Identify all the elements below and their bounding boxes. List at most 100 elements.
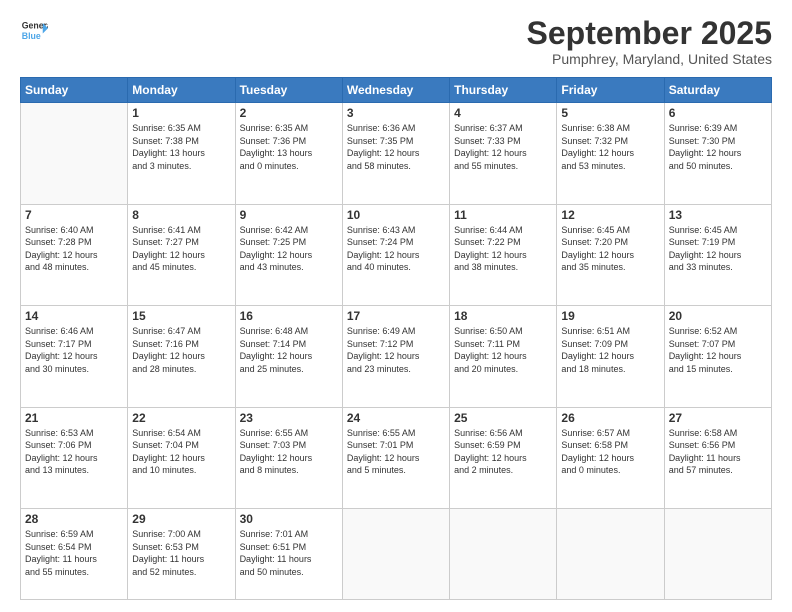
calendar-cell: 24Sunrise: 6:55 AMSunset: 7:01 PMDayligh…	[342, 407, 449, 508]
cell-daylight-info: Sunrise: 6:49 AMSunset: 7:12 PMDaylight:…	[347, 325, 445, 375]
calendar-cell: 10Sunrise: 6:43 AMSunset: 7:24 PMDayligh…	[342, 204, 449, 305]
day-number: 30	[240, 512, 338, 526]
calendar-cell: 6Sunrise: 6:39 AMSunset: 7:30 PMDaylight…	[664, 103, 771, 204]
weekday-header-cell: Wednesday	[342, 78, 449, 103]
day-number: 28	[25, 512, 123, 526]
calendar-cell: 19Sunrise: 6:51 AMSunset: 7:09 PMDayligh…	[557, 306, 664, 407]
cell-daylight-info: Sunrise: 6:45 AMSunset: 7:20 PMDaylight:…	[561, 224, 659, 274]
day-number: 20	[669, 309, 767, 323]
calendar-cell: 3Sunrise: 6:36 AMSunset: 7:35 PMDaylight…	[342, 103, 449, 204]
calendar-cell: 27 Sunrise: 6:58 AMSunset: 6:56 PMDayligh…	[664, 407, 771, 508]
cell-daylight-info: Sunrise: 6:56 AMSunset: 6:59 PMDaylight:…	[454, 427, 552, 477]
calendar-cell: 16Sunrise: 6:48 AMSunset: 7:14 PMDayligh…	[235, 306, 342, 407]
weekday-header-cell: Thursday	[450, 78, 557, 103]
cell-daylight-info: Sunrise: 6:35 AMSunset: 7:36 PMDaylight:…	[240, 122, 338, 172]
calendar-cell: 1 Sunrise: 6:35 AMSunset: 7:38 PMDaylight…	[128, 103, 235, 204]
calendar-cell: 18 Sunrise: 6:50 AMSunset: 7:11 PMDayligh…	[450, 306, 557, 407]
weekday-header-cell: Sunday	[21, 78, 128, 103]
calendar-cell: 22 Sunrise: 6:54 AMSunset: 7:04 PMDayligh…	[128, 407, 235, 508]
calendar-cell	[557, 509, 664, 600]
cell-daylight-info: Sunrise: 6:41 AMSunset: 7:27 PMDaylight:…	[132, 224, 230, 274]
calendar-cell: 17 Sunrise: 6:49 AMSunset: 7:12 PMDayligh…	[342, 306, 449, 407]
day-number: 18	[454, 309, 552, 323]
page: General Blue September 2025 Pumphrey, Ma…	[0, 0, 792, 612]
calendar-cell: 13 Sunrise: 6:45 AMSunset: 7:19 PMDayligh…	[664, 204, 771, 305]
calendar-cell: 23 Sunrise: 6:55 AMSunset: 7:03 PMDayligh…	[235, 407, 342, 508]
cell-daylight-info: Sunrise: 6:40 AMSunset: 7:28 PMDaylight:…	[25, 224, 123, 274]
day-number: 3	[347, 106, 445, 120]
cell-daylight-info: Sunrise: 6:59 AMSunset: 6:54 PMDaylight:…	[25, 528, 123, 578]
calendar-cell: 8Sunrise: 6:41 AMSunset: 7:27 PMDaylight…	[128, 204, 235, 305]
calendar-cell: 12 Sunrise: 6:45 AMSunset: 7:20 PMDayligh…	[557, 204, 664, 305]
calendar-cell: 14 Sunrise: 6:46 AMSunset: 7:17 PMDayligh…	[21, 306, 128, 407]
calendar-week-row: 21 Sunrise: 6:53 AMSunset: 7:06 PMDayligh…	[21, 407, 772, 508]
day-number: 26	[561, 411, 659, 425]
calendar-cell	[342, 509, 449, 600]
cell-daylight-info: Sunrise: 6:54 AMSunset: 7:04 PMDaylight:…	[132, 427, 230, 477]
calendar-cell: 7 Sunrise: 6:40 AMSunset: 7:28 PMDaylight…	[21, 204, 128, 305]
calendar-week-row: 1 Sunrise: 6:35 AMSunset: 7:38 PMDaylight…	[21, 103, 772, 204]
calendar-cell: 20 Sunrise: 6:52 AMSunset: 7:07 PMDayligh…	[664, 306, 771, 407]
day-number: 25	[454, 411, 552, 425]
weekday-header-cell: Friday	[557, 78, 664, 103]
day-number: 21	[25, 411, 123, 425]
title-block: September 2025 Pumphrey, Maryland, Unite…	[527, 16, 772, 67]
day-number: 14	[25, 309, 123, 323]
cell-daylight-info: Sunrise: 6:42 AMSunset: 7:25 PMDaylight:…	[240, 224, 338, 274]
calendar-cell: 30 Sunrise: 7:01 AMSunset: 6:51 PMDayligh…	[235, 509, 342, 600]
cell-daylight-info: Sunrise: 6:50 AMSunset: 7:11 PMDaylight:…	[454, 325, 552, 375]
calendar-body: 1 Sunrise: 6:35 AMSunset: 7:38 PMDaylight…	[21, 103, 772, 600]
cell-daylight-info: Sunrise: 6:35 AMSunset: 7:38 PMDaylight:…	[132, 122, 230, 172]
logo-icon: General Blue	[20, 16, 48, 44]
day-number: 2	[240, 106, 338, 120]
calendar-cell: 26 Sunrise: 6:57 AMSunset: 6:58 PMDayligh…	[557, 407, 664, 508]
cell-daylight-info: Sunrise: 6:45 AMSunset: 7:19 PMDaylight:…	[669, 224, 767, 274]
weekday-header-cell: Saturday	[664, 78, 771, 103]
cell-daylight-info: Sunrise: 6:46 AMSunset: 7:17 PMDaylight:…	[25, 325, 123, 375]
day-number: 7	[25, 208, 123, 222]
cell-daylight-info: Sunrise: 6:58 AMSunset: 6:56 PMDaylight:…	[669, 427, 767, 477]
month-title: September 2025	[527, 16, 772, 51]
calendar-cell	[664, 509, 771, 600]
calendar-cell	[21, 103, 128, 204]
day-number: 23	[240, 411, 338, 425]
day-number: 15	[132, 309, 230, 323]
day-number: 29	[132, 512, 230, 526]
cell-daylight-info: Sunrise: 6:52 AMSunset: 7:07 PMDaylight:…	[669, 325, 767, 375]
weekday-header-cell: Tuesday	[235, 78, 342, 103]
svg-text:Blue: Blue	[22, 31, 41, 41]
day-number: 9	[240, 208, 338, 222]
day-number: 6	[669, 106, 767, 120]
day-number: 11	[454, 208, 552, 222]
location: Pumphrey, Maryland, United States	[527, 51, 772, 67]
calendar-header: SundayMondayTuesdayWednesdayThursdayFrid…	[21, 78, 772, 103]
weekday-header-cell: Monday	[128, 78, 235, 103]
day-number: 22	[132, 411, 230, 425]
calendar-cell: 5Sunrise: 6:38 AMSunset: 7:32 PMDaylight…	[557, 103, 664, 204]
day-number: 24	[347, 411, 445, 425]
day-number: 27	[669, 411, 767, 425]
header: General Blue September 2025 Pumphrey, Ma…	[20, 16, 772, 67]
calendar-week-row: 7 Sunrise: 6:40 AMSunset: 7:28 PMDaylight…	[21, 204, 772, 305]
day-number: 10	[347, 208, 445, 222]
cell-daylight-info: Sunrise: 6:44 AMSunset: 7:22 PMDaylight:…	[454, 224, 552, 274]
calendar-cell: 4Sunrise: 6:37 AMSunset: 7:33 PMDaylight…	[450, 103, 557, 204]
day-number: 12	[561, 208, 659, 222]
cell-daylight-info: Sunrise: 7:01 AMSunset: 6:51 PMDaylight:…	[240, 528, 338, 578]
day-number: 5	[561, 106, 659, 120]
cell-daylight-info: Sunrise: 6:53 AMSunset: 7:06 PMDaylight:…	[25, 427, 123, 477]
day-number: 19	[561, 309, 659, 323]
cell-daylight-info: Sunrise: 6:57 AMSunset: 6:58 PMDaylight:…	[561, 427, 659, 477]
cell-daylight-info: Sunrise: 6:48 AMSunset: 7:14 PMDaylight:…	[240, 325, 338, 375]
day-number: 1	[132, 106, 230, 120]
logo: General Blue	[20, 16, 48, 44]
cell-daylight-info: Sunrise: 6:55 AMSunset: 7:03 PMDaylight:…	[240, 427, 338, 477]
calendar-week-row: 28 Sunrise: 6:59 AMSunset: 6:54 PMDayligh…	[21, 509, 772, 600]
day-number: 4	[454, 106, 552, 120]
day-number: 13	[669, 208, 767, 222]
calendar-week-row: 14 Sunrise: 6:46 AMSunset: 7:17 PMDayligh…	[21, 306, 772, 407]
calendar-cell: 28 Sunrise: 6:59 AMSunset: 6:54 PMDayligh…	[21, 509, 128, 600]
calendar-cell	[450, 509, 557, 600]
calendar-cell: 29Sunrise: 7:00 AMSunset: 6:53 PMDayligh…	[128, 509, 235, 600]
day-number: 17	[347, 309, 445, 323]
